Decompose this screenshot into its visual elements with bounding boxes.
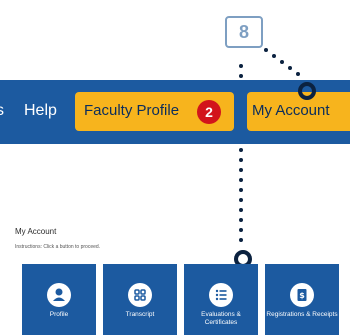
transcript-tile[interactable]: Transcript xyxy=(103,264,177,335)
list-icon xyxy=(209,283,233,307)
evaluations-tile-label: Evaluations & Certificates xyxy=(201,311,241,326)
svg-text:$: $ xyxy=(299,291,305,300)
registrations-tile-label: Registrations & Receipts xyxy=(266,311,338,318)
profile-tile[interactable]: Profile xyxy=(22,264,96,335)
registrations-receipts-tile[interactable]: $ Registrations & Receipts xyxy=(265,264,339,335)
receipt-icon: $ xyxy=(290,283,314,307)
grid-icon xyxy=(128,283,152,307)
profile-tile-label: Profile xyxy=(49,311,69,318)
page-title: My Account xyxy=(15,227,57,236)
instructions-text: Instructions: Click a button to proceed. xyxy=(15,244,101,250)
user-icon xyxy=(47,283,71,307)
transcript-tile-label: Transcript xyxy=(125,311,155,318)
evaluations-certificates-tile[interactable]: Evaluations & Certificates xyxy=(184,264,258,335)
